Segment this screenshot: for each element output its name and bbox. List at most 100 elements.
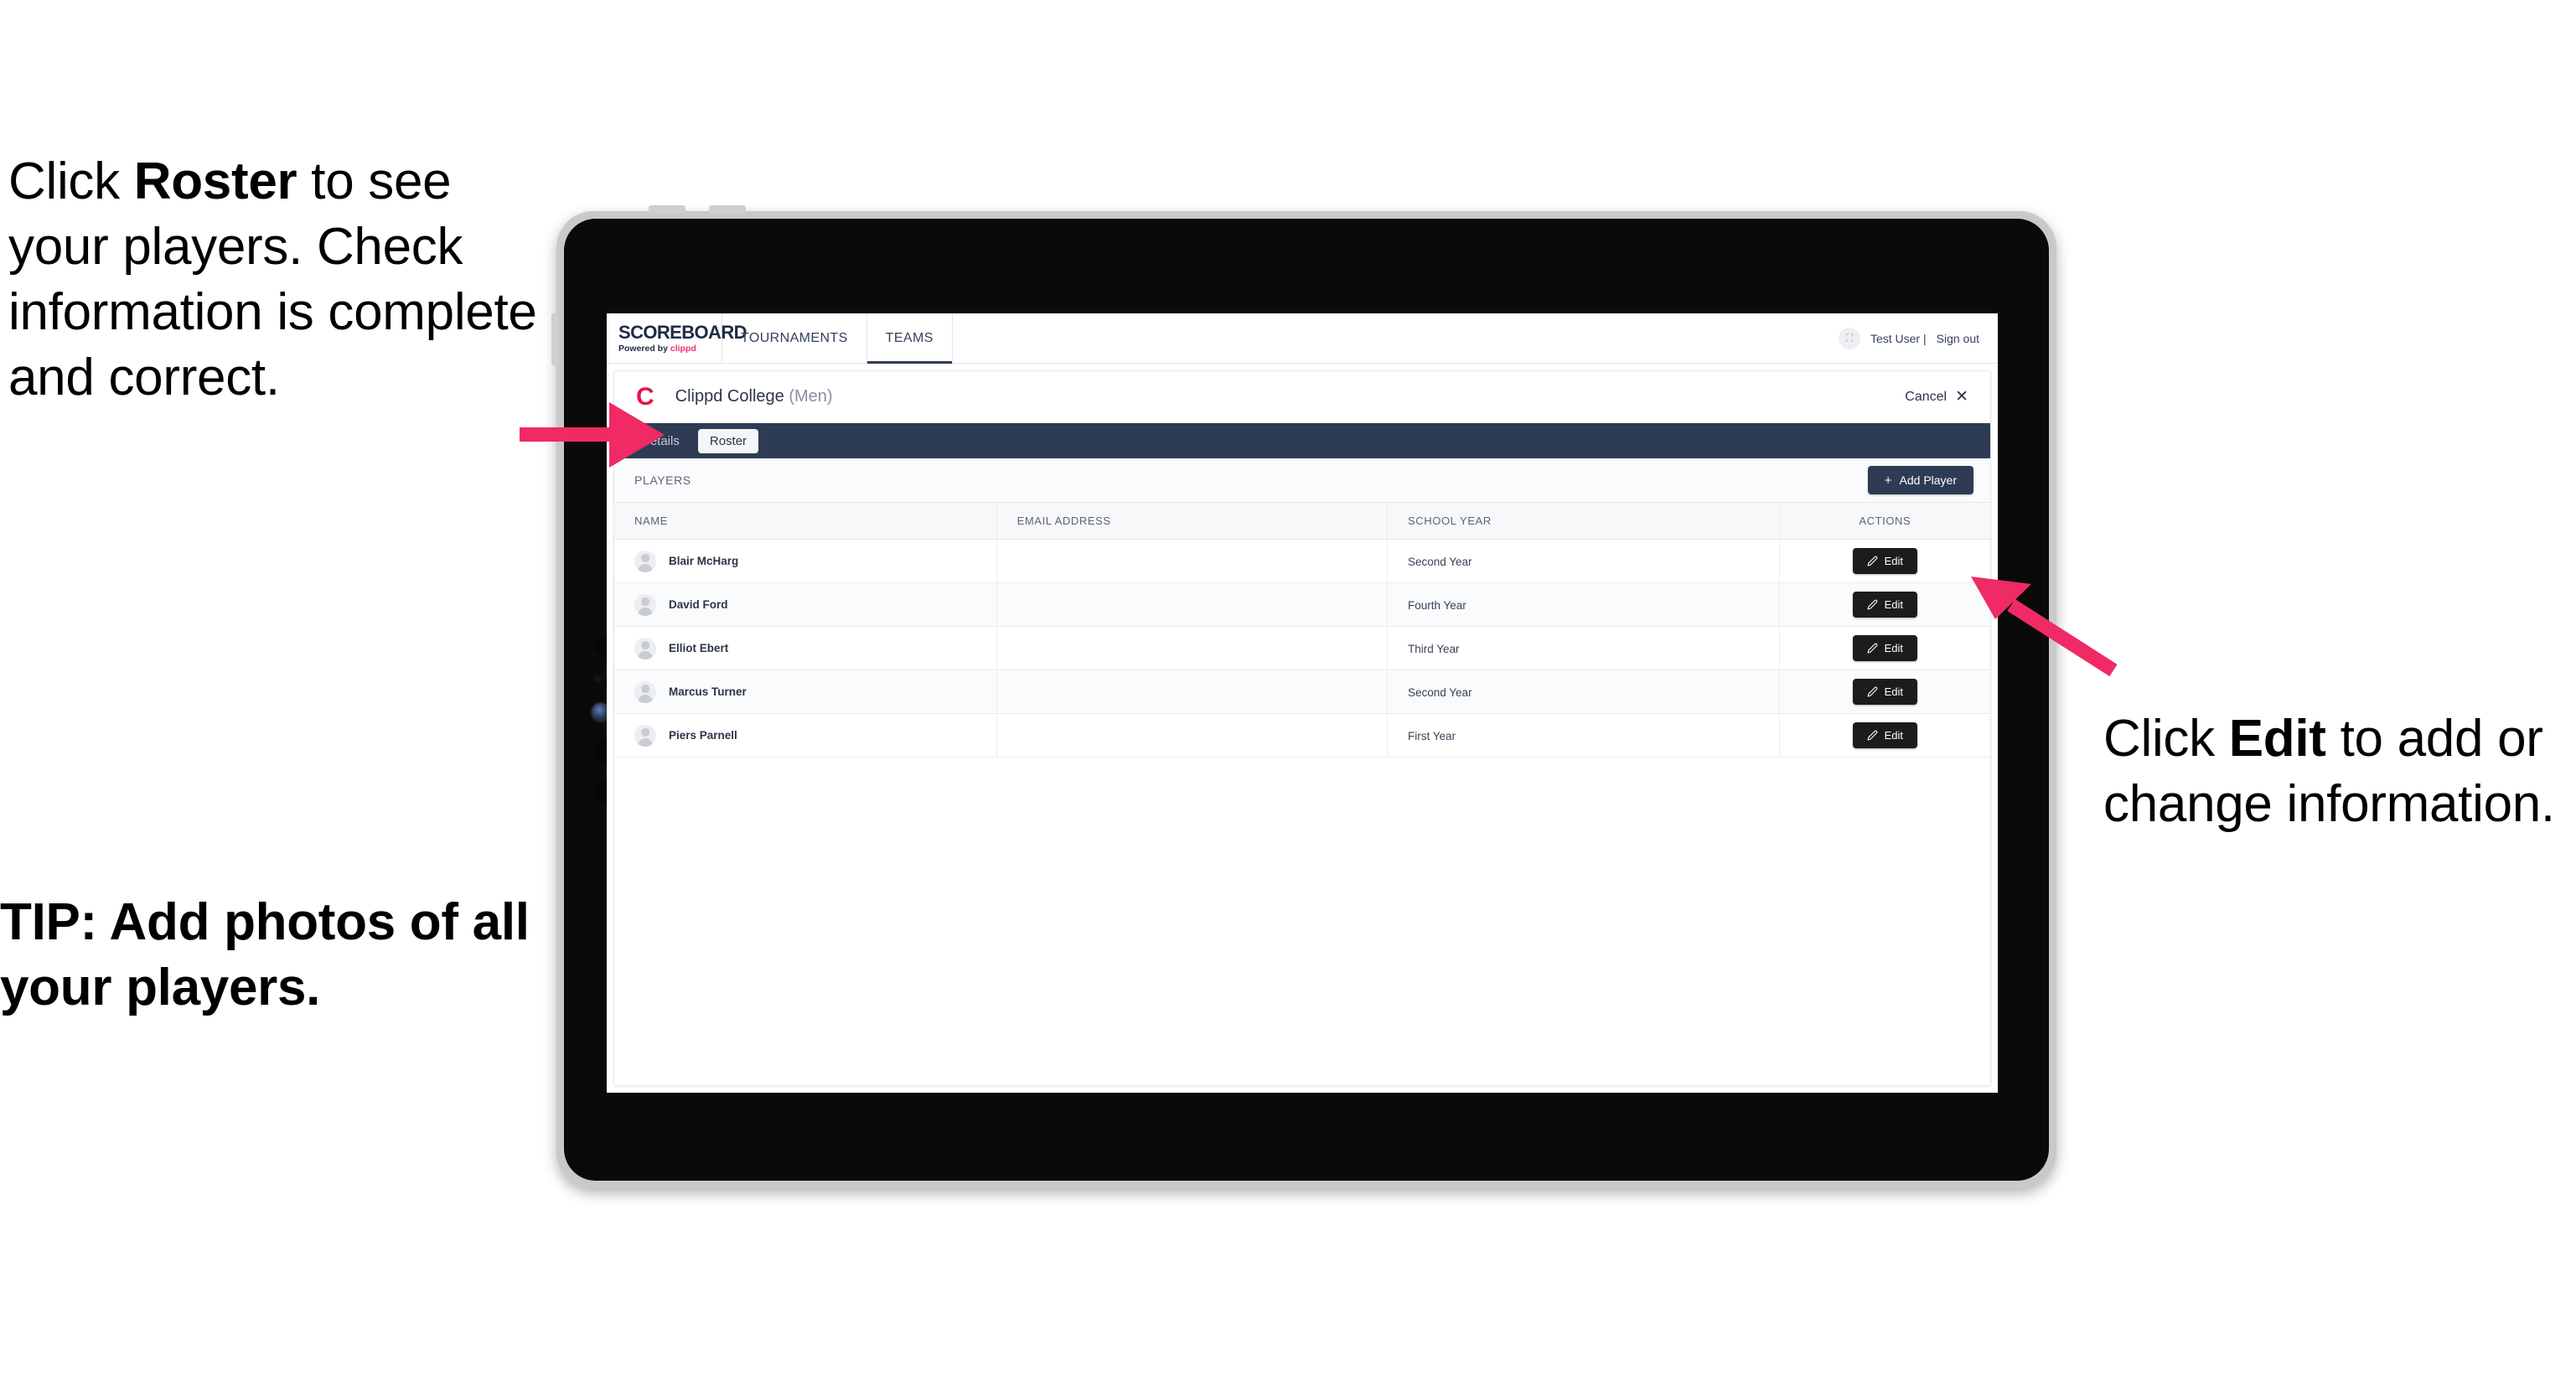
player-name-label: Piers Parnell xyxy=(669,729,737,742)
brand-name: SCOREBOARD xyxy=(618,321,747,343)
cell-actions: Edit xyxy=(1779,626,1990,670)
edit-button-label: Edit xyxy=(1884,729,1904,742)
team-header: C Clippd College (Men) Cancel ✕ xyxy=(614,371,1990,423)
school-year-label: Fourth Year xyxy=(1407,598,1466,612)
tablet-device-frame: SCOREBOARD Powered by clippd TOURNAMENTS… xyxy=(551,205,2056,1188)
cell-actions: Edit xyxy=(1779,539,1990,583)
player-avatar-icon xyxy=(634,593,656,616)
power-button[interactable] xyxy=(551,313,558,365)
edit-button[interactable]: Edit xyxy=(1852,679,1918,705)
cell-actions: Edit xyxy=(1779,582,1990,627)
edit-button-label: Edit xyxy=(1884,555,1904,567)
players-toolbar: PLAYERS + Add Player xyxy=(614,458,1990,503)
pencil-icon xyxy=(1867,556,1878,566)
name-cell: Elliot Ebert xyxy=(634,637,996,659)
cell-school-year: Second Year xyxy=(1387,539,1780,583)
table-row: Piers Parnell First Year Edit xyxy=(614,713,1990,758)
tab-details[interactable]: Details xyxy=(629,429,691,453)
table-row: Elliot Ebert Third Year Edit xyxy=(614,626,1990,670)
team-logo-icon: C xyxy=(636,382,654,411)
name-cell: David Ford xyxy=(634,593,996,616)
callout-left-bold: Roster xyxy=(133,153,297,210)
edit-button[interactable]: Edit xyxy=(1852,722,1918,748)
edit-button-label: Edit xyxy=(1884,685,1904,698)
pencil-icon xyxy=(1867,686,1878,697)
brand-tagline: Powered by clippd xyxy=(618,344,722,354)
team-detail-card: C Clippd College (Men) Cancel ✕ Details xyxy=(613,370,1991,1086)
cell-school-year: First Year xyxy=(1387,713,1780,758)
callout-right-bold: Edit xyxy=(2228,710,2326,768)
add-player-button[interactable]: + Add Player xyxy=(1867,466,1973,494)
cancel-label: Cancel xyxy=(1905,389,1948,404)
cell-email xyxy=(996,582,1388,627)
cell-actions: Edit xyxy=(1779,670,1990,714)
cell-school-year: Second Year xyxy=(1387,670,1780,714)
user-avatar-icon[interactable]: ⛶ xyxy=(1838,327,1860,349)
roster-table: NAME EMAIL ADDRESS SCHOOL YEAR ACTIONS B… xyxy=(614,503,1990,758)
pencil-icon xyxy=(1867,643,1878,654)
microphone-icon xyxy=(594,675,602,683)
cell-name: Piers Parnell xyxy=(614,713,997,758)
cell-name: Marcus Turner xyxy=(614,670,997,714)
slide-canvas: Click Roster to see your players. Check … xyxy=(0,0,2576,1386)
player-name-label: Elliot Ebert xyxy=(669,642,729,654)
user-name-label: Test User | xyxy=(1870,331,1927,345)
cell-school-year: Third Year xyxy=(1387,626,1780,670)
callout-tip-photos: TIP: Add photos of all your players. xyxy=(0,893,530,1017)
nav-tab-teams[interactable]: TEAMS xyxy=(866,313,953,364)
cell-school-year: Fourth Year xyxy=(1387,582,1780,627)
sign-out-link[interactable]: Sign out xyxy=(1937,332,1979,345)
edit-button[interactable]: Edit xyxy=(1852,592,1918,618)
column-header-name: NAME xyxy=(614,503,997,540)
player-avatar-icon xyxy=(634,724,656,747)
scoreboard-logo[interactable]: SCOREBOARD Powered by clippd xyxy=(607,313,747,363)
callout-left-roster: Click Roster to see your players. Check … xyxy=(8,149,545,411)
plus-icon: + xyxy=(1884,473,1892,488)
cell-email xyxy=(996,626,1388,670)
school-year-label: Second Year xyxy=(1407,555,1472,568)
name-cell: Marcus Turner xyxy=(634,680,996,703)
player-avatar-icon xyxy=(634,680,656,703)
column-header-school-year: SCHOOL YEAR xyxy=(1387,503,1780,540)
cell-name: Elliot Ebert xyxy=(614,626,997,670)
team-title: Clippd College (Men) xyxy=(675,387,833,406)
cell-name: David Ford xyxy=(614,582,997,627)
pencil-icon xyxy=(1867,730,1878,741)
topnav-spacer xyxy=(953,313,1839,363)
add-player-label: Add Player xyxy=(1899,473,1957,487)
edit-button[interactable]: Edit xyxy=(1852,548,1918,574)
tablet-bezel: SCOREBOARD Powered by clippd TOURNAMENTS… xyxy=(564,219,2049,1181)
team-gender-text: (Men) xyxy=(789,387,833,406)
player-avatar-icon xyxy=(634,637,656,659)
table-row: Blair McHarg Second Year Edit xyxy=(614,539,1990,583)
table-header-row: NAME EMAIL ADDRESS SCHOOL YEAR ACTIONS xyxy=(614,503,1990,540)
cancel-button[interactable]: Cancel ✕ xyxy=(1905,389,1968,405)
callout-right-edit: Click Edit to add or change information. xyxy=(2103,706,2576,837)
cell-name: Blair McHarg xyxy=(614,539,997,583)
table-row: David Ford Fourth Year Edit xyxy=(614,582,1990,627)
roster-table-head: NAME EMAIL ADDRESS SCHOOL YEAR ACTIONS xyxy=(614,503,1990,540)
school-year-label: Second Year xyxy=(1407,685,1472,699)
app-top-navigation-bar: SCOREBOARD Powered by clippd TOURNAMENTS… xyxy=(607,313,1998,364)
player-name-label: David Ford xyxy=(669,598,728,611)
pencil-icon xyxy=(1867,599,1878,610)
table-row: Marcus Turner Second Year Edit xyxy=(614,670,1990,714)
clippd-brand-text: clippd xyxy=(670,343,696,354)
cell-actions: Edit xyxy=(1779,713,1990,758)
edit-button[interactable]: Edit xyxy=(1852,635,1918,661)
tab-roster[interactable]: Roster xyxy=(697,428,759,453)
edit-button-label: Edit xyxy=(1884,642,1904,654)
volume-down-button[interactable] xyxy=(709,205,746,214)
cell-email xyxy=(996,539,1388,583)
nav-tab-tournaments[interactable]: TOURNAMENTS xyxy=(722,313,867,363)
players-section-label: PLAYERS xyxy=(634,473,691,487)
column-header-actions: ACTIONS xyxy=(1779,503,1990,540)
volume-up-button[interactable] xyxy=(649,205,685,214)
column-header-email: EMAIL ADDRESS xyxy=(996,503,1388,540)
name-cell: Piers Parnell xyxy=(634,724,996,747)
player-avatar-icon xyxy=(634,550,656,572)
player-name-label: Marcus Turner xyxy=(669,685,747,698)
close-icon: ✕ xyxy=(1955,388,1968,406)
app-screen: SCOREBOARD Powered by clippd TOURNAMENTS… xyxy=(607,313,1998,1093)
cell-email xyxy=(996,670,1388,714)
